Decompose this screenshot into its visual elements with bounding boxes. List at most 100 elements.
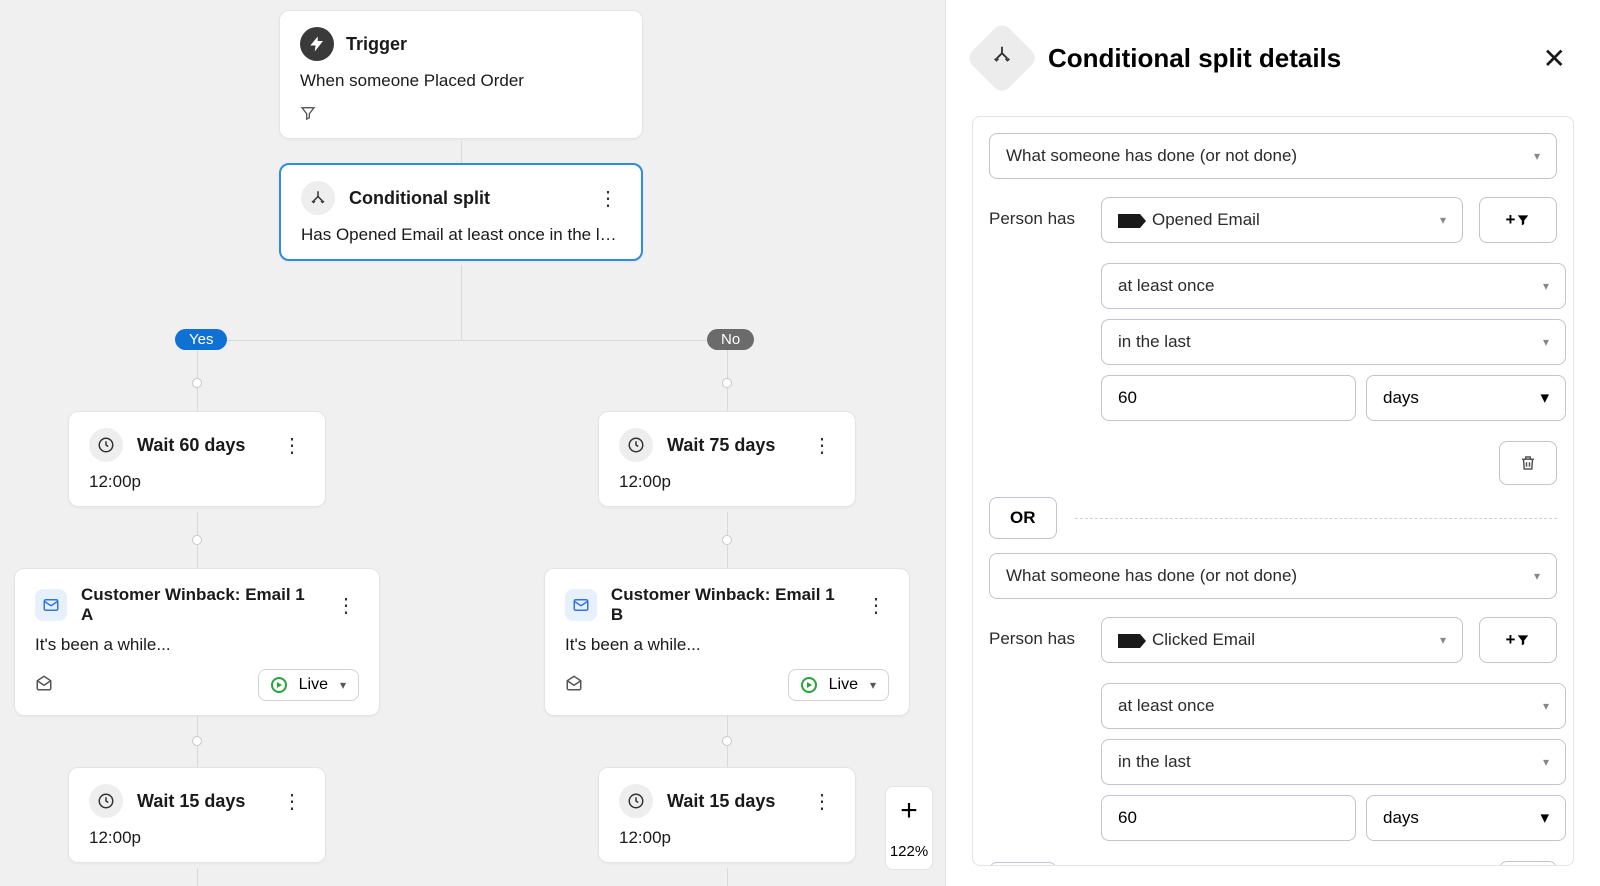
klaviyo-logo-icon	[1118, 634, 1140, 648]
connector	[727, 868, 728, 886]
port	[192, 535, 202, 545]
kebab-icon[interactable]: ⋮	[333, 592, 359, 618]
email-subtitle: It's been a while...	[15, 631, 379, 669]
close-icon[interactable]: ✕	[1539, 38, 1570, 79]
split-icon	[301, 181, 335, 215]
frequency-select[interactable]: at least once ▾	[1101, 683, 1566, 729]
email-node[interactable]: Customer Winback: Email 1 B ⋮ It's been …	[544, 568, 910, 716]
frequency-value: at least once	[1118, 276, 1214, 296]
status-label: Live	[829, 676, 858, 694]
connector	[197, 868, 198, 886]
range-value: in the last	[1118, 752, 1191, 772]
port	[722, 535, 732, 545]
chevron-down-icon: ▾	[1543, 699, 1549, 713]
connector	[197, 340, 727, 341]
mail-icon	[565, 589, 597, 621]
scope-value: What someone has done (or not done)	[1006, 146, 1297, 166]
range-select[interactable]: in the last ▾	[1101, 739, 1566, 785]
status-selector[interactable]: Live ▾	[258, 669, 359, 701]
wait-title: Wait 75 days	[667, 435, 775, 456]
clock-icon	[619, 428, 653, 462]
chevron-down-icon: ▾	[1440, 213, 1446, 227]
wait-node[interactable]: Wait 15 days ⋮ 12:00p	[68, 767, 326, 863]
live-icon	[271, 677, 287, 693]
clock-icon	[619, 784, 653, 818]
wait-title: Wait 15 days	[137, 791, 245, 812]
status-selector[interactable]: Live ▾	[788, 669, 889, 701]
wait-title: Wait 60 days	[137, 435, 245, 456]
email-subtitle: It's been a while...	[545, 631, 909, 669]
zoom-level: 122%	[890, 843, 928, 860]
klaviyo-logo-icon	[1118, 214, 1140, 228]
kebab-icon[interactable]: ⋮	[279, 788, 305, 814]
number-input[interactable]	[1101, 375, 1356, 421]
connector	[461, 265, 462, 340]
clock-icon	[89, 428, 123, 462]
kebab-icon[interactable]: ⋮	[595, 185, 621, 211]
connector	[461, 141, 462, 163]
number-input[interactable]	[1101, 795, 1356, 841]
add-filter-button[interactable]: +	[1479, 197, 1557, 243]
scope-select[interactable]: What someone has done (or not done) ▾	[989, 133, 1557, 179]
delete-button[interactable]	[1499, 441, 1557, 485]
kebab-icon[interactable]: ⋮	[279, 432, 305, 458]
wait-node[interactable]: Wait 60 days ⋮ 12:00p	[68, 411, 326, 507]
chevron-down-icon: ▾	[1534, 569, 1540, 583]
range-value: in the last	[1118, 332, 1191, 352]
kebab-icon[interactable]: ⋮	[863, 592, 889, 618]
chevron-down-icon: ▾	[340, 678, 346, 692]
port	[192, 736, 202, 746]
yes-label: Yes	[175, 329, 227, 350]
unit-select[interactable]: days ▾	[1366, 375, 1566, 421]
panel-body: What someone has done (or not done) ▾ Pe…	[972, 116, 1574, 866]
frequency-select[interactable]: at least once ▾	[1101, 263, 1566, 309]
zoom-control[interactable]: + 122%	[885, 786, 933, 870]
wait-time: 12:00p	[599, 468, 855, 506]
unit-value: days	[1383, 388, 1419, 408]
range-select[interactable]: in the last ▾	[1101, 319, 1566, 365]
chevron-down-icon: ▾	[1543, 335, 1549, 349]
kebab-icon[interactable]: ⋮	[809, 788, 835, 814]
trigger-title: Trigger	[346, 34, 407, 55]
zoom-in-button[interactable]: +	[900, 796, 918, 826]
chevron-down-icon: ▾	[1540, 388, 1549, 408]
no-label: No	[707, 329, 754, 350]
wait-node[interactable]: Wait 75 days ⋮ 12:00p	[598, 411, 856, 507]
delete-button[interactable]	[1499, 861, 1557, 866]
split-desc: Has Opened Email at least once in the la…	[281, 221, 641, 259]
unit-value: days	[1383, 808, 1419, 828]
plus-filter-icon: +	[1506, 210, 1531, 230]
add-filter-button[interactable]: +	[1479, 617, 1557, 663]
scope-value: What someone has done (or not done)	[1006, 566, 1297, 586]
flow-canvas[interactable]: Trigger When someone Placed Order Condit…	[0, 0, 945, 886]
trigger-node[interactable]: Trigger When someone Placed Order	[279, 10, 643, 139]
port	[722, 736, 732, 746]
wait-time: 12:00p	[599, 824, 855, 862]
chevron-down-icon: ▾	[1543, 279, 1549, 293]
unit-select[interactable]: days ▾	[1366, 795, 1566, 841]
or-button[interactable]: OR	[989, 497, 1057, 539]
email-title: Customer Winback: Email 1 B	[611, 585, 851, 625]
kebab-icon[interactable]: ⋮	[809, 432, 835, 458]
status-label: Live	[299, 676, 328, 694]
mail-open-icon	[35, 674, 53, 697]
metric-select[interactable]: Opened Email ▾	[1101, 197, 1463, 243]
connector	[197, 340, 198, 411]
or-button[interactable]: OR	[989, 862, 1057, 866]
scope-select[interactable]: What someone has done (or not done) ▾	[989, 553, 1557, 599]
split-icon	[965, 21, 1039, 95]
mail-open-icon	[565, 674, 583, 697]
conditional-split-node[interactable]: Conditional split ⋮ Has Opened Email at …	[279, 163, 643, 261]
trash-icon	[1519, 454, 1537, 472]
divider	[1075, 518, 1558, 519]
email-title: Customer Winback: Email 1 A	[81, 585, 321, 625]
port	[722, 378, 732, 388]
person-has-label: Person has	[989, 197, 1085, 229]
lightning-icon	[300, 27, 334, 61]
chevron-down-icon: ▾	[870, 678, 876, 692]
metric-select[interactable]: Clicked Email ▾	[1101, 617, 1463, 663]
email-node[interactable]: Customer Winback: Email 1 A ⋮ It's been …	[14, 568, 380, 716]
clock-icon	[89, 784, 123, 818]
wait-node[interactable]: Wait 15 days ⋮ 12:00p	[598, 767, 856, 863]
metric-value: Opened Email	[1152, 210, 1260, 229]
